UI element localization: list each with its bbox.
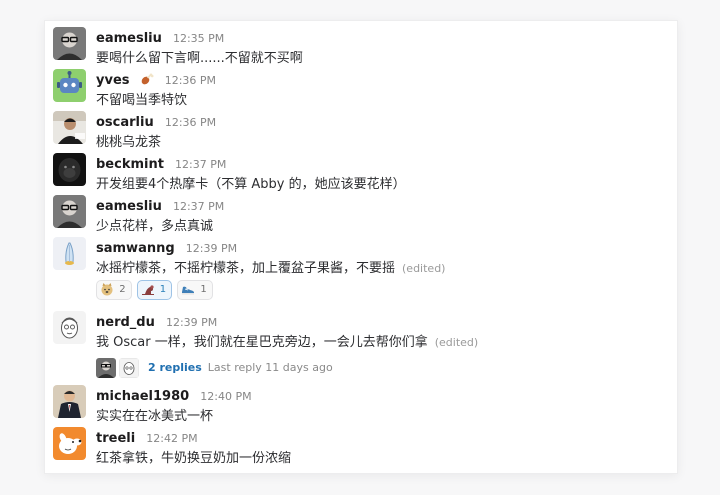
timestamp[interactable]: 12:40 PM [200, 390, 251, 403]
timestamp[interactable]: 12:35 PM [173, 32, 224, 45]
timestamp[interactable]: 12:39 PM [186, 242, 237, 255]
replies-link[interactable]: 2 replies [148, 361, 202, 374]
username[interactable]: beckmint [96, 157, 164, 172]
username[interactable]: treeli [96, 431, 135, 446]
reaction-biceps[interactable]: 1 [136, 280, 173, 300]
message-item: samwanng 12:39 PM 冰摇柠檬茶，不摇柠檬茶，加上覆盆子果酱，不要… [53, 231, 669, 305]
timestamp[interactable]: 12:36 PM [165, 116, 216, 129]
message-text: 红茶拿铁，牛奶换豆奶加一份浓缩 [96, 451, 292, 466]
avatar[interactable] [53, 153, 86, 186]
username[interactable]: yves [96, 73, 130, 88]
drumstick-icon [140, 71, 154, 90]
message-item: michael1980 12:40 PM 实实在在冰美式一杯 [53, 379, 669, 424]
timestamp[interactable]: 12:36 PM [165, 74, 216, 87]
edited-label: (edited) [434, 336, 479, 349]
reaction-count: 1 [200, 284, 207, 295]
last-reply-label: Last reply 11 days ago [207, 361, 333, 374]
message-item: eamesliu 12:35 PM 要喝什么留下言啊......不留就不买啊 [53, 21, 669, 66]
username[interactable]: eamesliu [96, 199, 162, 214]
reaction-sneaker[interactable]: 1 [177, 280, 213, 300]
timestamp[interactable]: 12:37 PM [173, 200, 224, 213]
doge-icon [100, 283, 119, 296]
message-body: 冰摇柠檬茶，不摇柠檬茶，加上覆盆子果酱，不要摇 [96, 261, 396, 276]
username[interactable]: oscarliu [96, 115, 154, 130]
message-item: oscarliu 12:36 PM 桃桃乌龙茶 [53, 105, 669, 150]
message-item: eamesliu 12:37 PM 少点花样，多点真诚 [53, 189, 669, 234]
thread-avatar [119, 357, 139, 378]
avatar[interactable] [53, 111, 86, 144]
username[interactable]: eamesliu [96, 31, 162, 46]
reaction-bar: 2 1 1 [96, 280, 218, 300]
avatar[interactable] [53, 195, 86, 228]
avatar[interactable] [53, 237, 86, 270]
timestamp[interactable]: 12:37 PM [175, 158, 226, 171]
message-item: nerd_du 12:39 PM 我 Oscar 一样，我们就在星巴克旁边，一会… [53, 305, 669, 389]
avatar[interactable] [53, 311, 86, 344]
username[interactable]: michael1980 [96, 389, 189, 404]
biceps-icon [141, 284, 160, 295]
message-item: treeli 12:42 PM 红茶拿铁，牛奶换豆奶加一份浓缩 [53, 421, 669, 466]
message-text: 我 Oscar 一样，我们就在星巴克旁边，一会儿去帮你们拿 (edited) [96, 331, 478, 350]
avatar[interactable] [53, 385, 86, 418]
reaction-count: 2 [119, 284, 126, 295]
timestamp[interactable]: 12:39 PM [166, 316, 217, 329]
message-body: 我 Oscar 一样，我们就在星巴克旁边，一会儿去帮你们拿 [96, 335, 428, 350]
thread-summary[interactable]: 2 replies Last reply 11 days ago [96, 357, 333, 381]
avatar[interactable] [53, 69, 86, 102]
message-item: beckmint 12:37 PM 开发组要4个热摩卡（不算 Abby 的，她应… [53, 147, 669, 192]
reaction-count: 1 [159, 284, 167, 295]
sneaker-icon [181, 284, 200, 295]
message-list: eamesliu 12:35 PM 要喝什么留下言啊......不留就不买啊 y… [44, 20, 678, 474]
avatar[interactable] [53, 427, 86, 460]
timestamp[interactable]: 12:42 PM [146, 432, 197, 445]
message-text: 冰摇柠檬茶，不摇柠檬茶，加上覆盆子果酱，不要摇 (edited) [96, 257, 445, 276]
edited-label: (edited) [402, 262, 446, 275]
avatar[interactable] [53, 27, 86, 60]
username[interactable]: nerd_du [96, 315, 155, 330]
reaction-doge[interactable]: 2 [96, 280, 132, 300]
username[interactable]: samwanng [96, 241, 175, 256]
message-item: yves 12:36 PM 不留喝当季特饮 [53, 63, 669, 108]
thread-avatar [96, 357, 116, 378]
